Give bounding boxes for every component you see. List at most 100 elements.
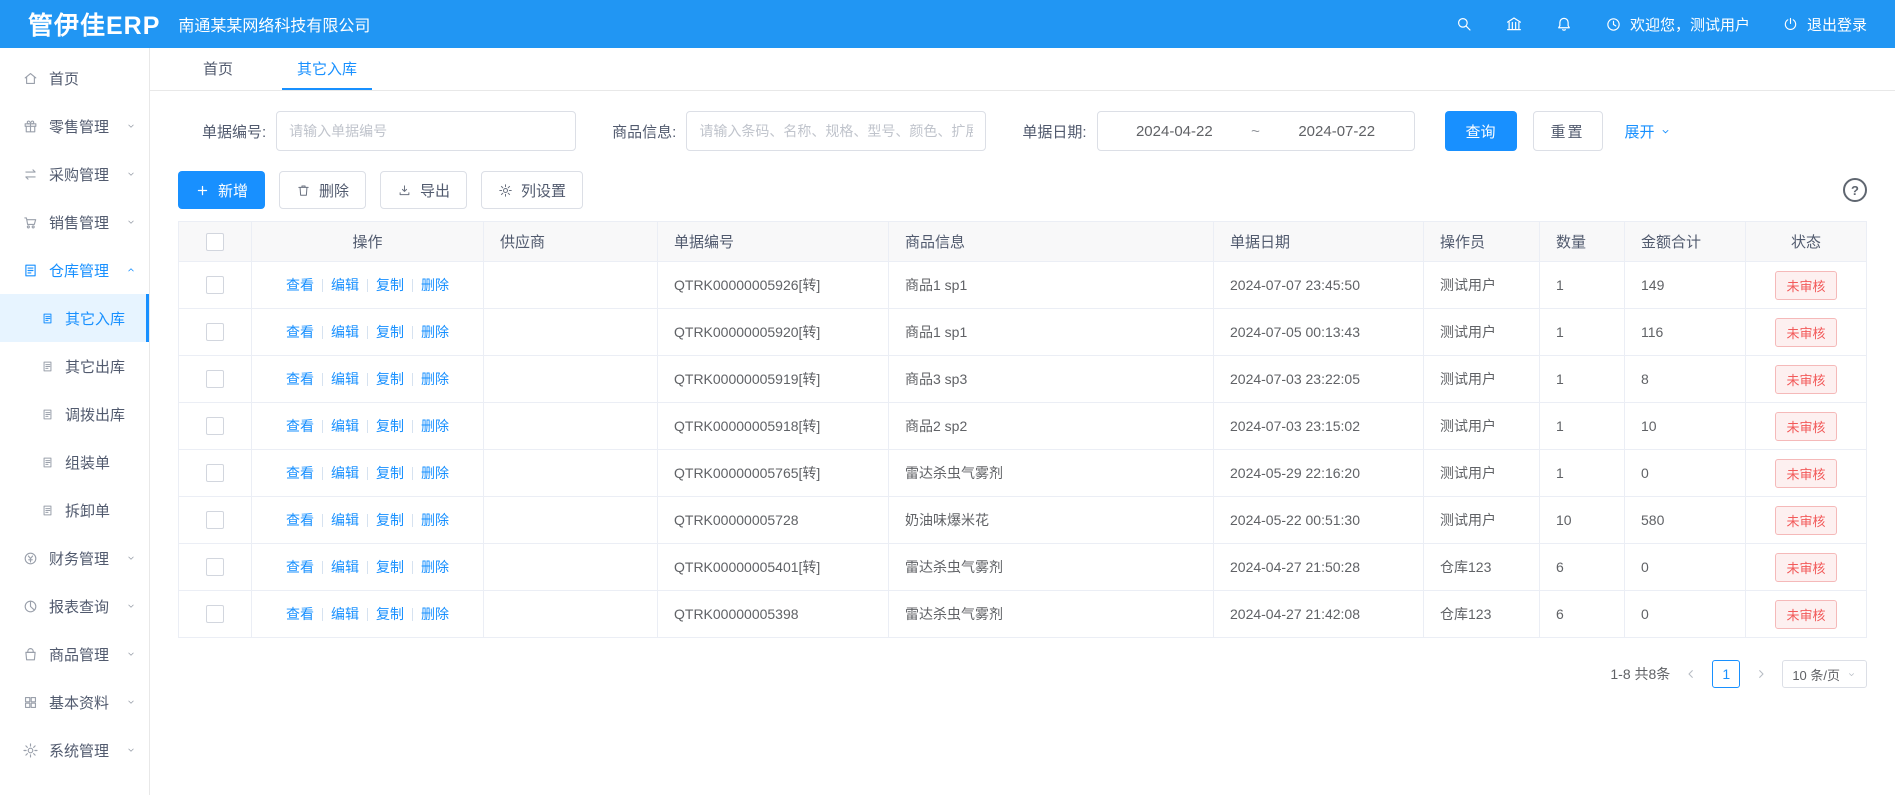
- sidebar-item-other-outbound[interactable]: 其它出库: [0, 342, 149, 390]
- table-row: 查看编辑复制删除 QTRK00000005919[转] 商品3 sp3 2024…: [179, 356, 1867, 403]
- reset-button[interactable]: 重置: [1533, 111, 1603, 151]
- date-from-value[interactable]: 2024-04-22: [1136, 123, 1213, 140]
- delete-link[interactable]: 删除: [412, 514, 457, 527]
- page-number-button[interactable]: 1: [1712, 660, 1740, 688]
- edit-link[interactable]: 编辑: [322, 420, 367, 433]
- sidebar-item-retail[interactable]: 零售管理: [0, 102, 149, 150]
- search-icon[interactable]: [1455, 15, 1473, 33]
- sidebar-item-basic-data[interactable]: 基本资料: [0, 678, 149, 726]
- search-button[interactable]: 查询: [1445, 111, 1517, 151]
- app-logo: 管伊佳ERP: [0, 6, 178, 42]
- delete-link[interactable]: 删除: [412, 467, 457, 480]
- doc-icon: [40, 407, 55, 422]
- sidebar-item-home[interactable]: 首页: [0, 54, 149, 102]
- select-all-checkbox[interactable]: [206, 233, 224, 251]
- delete-button[interactable]: 删除: [279, 171, 366, 209]
- delete-link[interactable]: 删除: [412, 373, 457, 386]
- row-checkbox[interactable]: [206, 605, 224, 623]
- product-info-input[interactable]: [686, 111, 986, 151]
- view-link[interactable]: 查看: [278, 420, 322, 433]
- delete-link[interactable]: 删除: [412, 326, 457, 339]
- column-settings-button[interactable]: 列设置: [481, 171, 583, 209]
- sidebar-item-other-inbound[interactable]: 其它入库: [0, 294, 149, 342]
- main-area: 首页 其它入库 单据编号: 商品信息: 单据日期: 2024-04-22 ~ 2…: [150, 48, 1895, 795]
- sidebar-item-disassembly[interactable]: 拆卸单: [0, 486, 149, 534]
- copy-link[interactable]: 复制: [367, 420, 412, 433]
- date-to-value[interactable]: 2024-07-22: [1298, 123, 1375, 140]
- cell-qty: 1: [1540, 403, 1625, 450]
- delete-link[interactable]: 删除: [412, 420, 457, 433]
- cell-order-no: QTRK00000005765[转]: [658, 450, 889, 497]
- tab-home[interactable]: 首页: [188, 48, 248, 90]
- delete-link[interactable]: 删除: [412, 279, 457, 292]
- row-checkbox[interactable]: [206, 276, 224, 294]
- copy-link[interactable]: 复制: [367, 279, 412, 292]
- row-checkbox[interactable]: [206, 464, 224, 482]
- cell-operator: 仓库123: [1424, 544, 1540, 591]
- sidebar-item-goods[interactable]: 商品管理: [0, 630, 149, 678]
- row-checkbox[interactable]: [206, 370, 224, 388]
- cell-actions: 查看编辑复制删除: [252, 356, 484, 403]
- row-checkbox[interactable]: [206, 323, 224, 341]
- chevron-right-icon: [1753, 666, 1769, 682]
- view-link[interactable]: 查看: [278, 373, 322, 386]
- table-row: 查看编辑复制删除 QTRK00000005918[转] 商品2 sp2 2024…: [179, 403, 1867, 450]
- col-header-product: 商品信息: [889, 222, 1214, 262]
- notification-bell-icon[interactable]: [1555, 15, 1573, 33]
- next-page-button[interactable]: [1753, 666, 1769, 682]
- expand-toggle[interactable]: 展开: [1625, 121, 1672, 142]
- cell-product: 雷达杀虫气雾剂: [889, 450, 1214, 497]
- sidebar-item-assembly[interactable]: 组装单: [0, 438, 149, 486]
- welcome-user[interactable]: 欢迎您，测试用户: [1605, 14, 1750, 35]
- view-link[interactable]: 查看: [278, 467, 322, 480]
- col-header-select: [179, 222, 252, 262]
- edit-link[interactable]: 编辑: [322, 279, 367, 292]
- row-checkbox[interactable]: [206, 558, 224, 576]
- edit-link[interactable]: 编辑: [322, 608, 367, 621]
- product-info-label: 商品信息:: [612, 121, 676, 142]
- sidebar-item-warehouse[interactable]: 仓库管理: [0, 246, 149, 294]
- view-link[interactable]: 查看: [278, 279, 322, 292]
- organization-icon[interactable]: [1505, 15, 1523, 33]
- sidebar-item-sales[interactable]: 销售管理: [0, 198, 149, 246]
- edit-link[interactable]: 编辑: [322, 373, 367, 386]
- sidebar-item-finance[interactable]: 财务管理: [0, 534, 149, 582]
- sidebar-item-system[interactable]: 系统管理: [0, 726, 149, 774]
- copy-link[interactable]: 复制: [367, 608, 412, 621]
- delete-link[interactable]: 删除: [412, 561, 457, 574]
- view-link[interactable]: 查看: [278, 326, 322, 339]
- order-no-input[interactable]: [276, 111, 576, 151]
- help-icon[interactable]: ?: [1843, 178, 1867, 202]
- copy-link[interactable]: 复制: [367, 514, 412, 527]
- pagination-summary: 1-8 共8条: [1610, 664, 1670, 684]
- view-link[interactable]: 查看: [278, 608, 322, 621]
- view-link[interactable]: 查看: [278, 514, 322, 527]
- prev-page-button[interactable]: [1683, 666, 1699, 682]
- copy-link[interactable]: 复制: [367, 467, 412, 480]
- edit-link[interactable]: 编辑: [322, 561, 367, 574]
- copy-link[interactable]: 复制: [367, 326, 412, 339]
- edit-link[interactable]: 编辑: [322, 326, 367, 339]
- date-range-picker[interactable]: 2024-04-22 ~ 2024-07-22: [1097, 111, 1415, 151]
- cell-operator: 测试用户: [1424, 450, 1540, 497]
- page-size-select[interactable]: 10 条/页: [1782, 660, 1867, 688]
- cell-order-no: QTRK00000005728: [658, 497, 889, 544]
- sidebar-item-transfer-outbound[interactable]: 调拨出库: [0, 390, 149, 438]
- view-link[interactable]: 查看: [278, 561, 322, 574]
- row-checkbox[interactable]: [206, 417, 224, 435]
- add-button[interactable]: 新增: [178, 171, 265, 209]
- grid-icon: [22, 694, 39, 711]
- edit-link[interactable]: 编辑: [322, 467, 367, 480]
- sidebar-item-reports[interactable]: 报表查询: [0, 582, 149, 630]
- tab-other-inbound[interactable]: 其它入库: [282, 48, 372, 90]
- copy-link[interactable]: 复制: [367, 373, 412, 386]
- edit-link[interactable]: 编辑: [322, 514, 367, 527]
- sidebar-item-purchase[interactable]: 采购管理: [0, 150, 149, 198]
- logout-button[interactable]: 退出登录: [1782, 14, 1867, 35]
- delete-link[interactable]: 删除: [412, 608, 457, 621]
- row-checkbox[interactable]: [206, 511, 224, 529]
- home-icon: [22, 70, 39, 87]
- table-row: 查看编辑复制删除 QTRK00000005920[转] 商品1 sp1 2024…: [179, 309, 1867, 356]
- export-button[interactable]: 导出: [380, 171, 467, 209]
- copy-link[interactable]: 复制: [367, 561, 412, 574]
